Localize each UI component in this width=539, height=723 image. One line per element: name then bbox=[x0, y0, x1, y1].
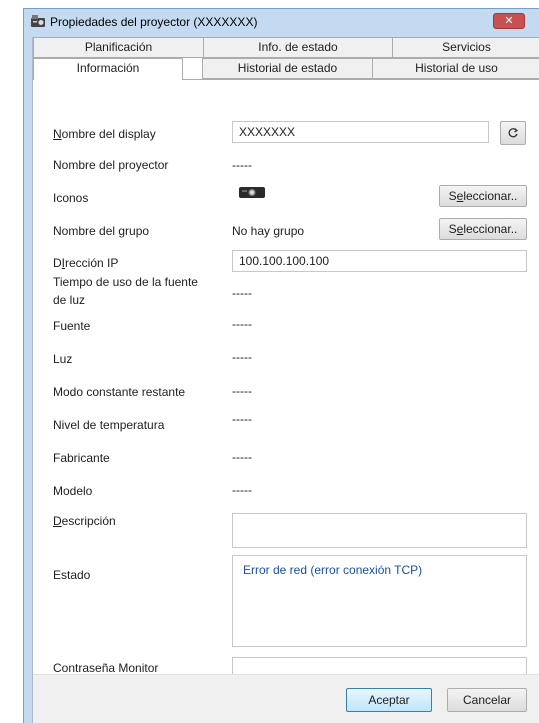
display-name-input[interactable]: XXXXXXX bbox=[232, 121, 489, 143]
title-bar[interactable]: Propiedades del proyector (XXXXXXX) ✕ bbox=[24, 9, 539, 35]
group-name-value: No hay grupo bbox=[232, 224, 305, 238]
projector-name-label: Nombre del proyector bbox=[53, 158, 169, 172]
model-value: ----- bbox=[232, 483, 252, 497]
manufacturer-label: Fabricante bbox=[53, 451, 110, 465]
model-label: Modelo bbox=[53, 484, 93, 498]
ip-address-input[interactable]: 100.100.100.100 bbox=[232, 250, 527, 272]
group-name-label: Nombre del grupo bbox=[53, 224, 150, 238]
light-value: ----- bbox=[232, 350, 252, 364]
light-label: Luz bbox=[53, 352, 73, 366]
temperature-label: Nivel de temperatura bbox=[53, 418, 165, 432]
information-panel: Nombre del display XXXXXXX Nombre del pr… bbox=[33, 80, 539, 675]
select-group-button[interactable]: Seleccionar.. bbox=[439, 218, 527, 240]
display-name-label: Nombre del display bbox=[53, 127, 156, 141]
select-icon-button[interactable]: Seleccionar.. bbox=[439, 185, 527, 207]
window-title: Propiedades del proyector (XXXXXXX) bbox=[50, 15, 258, 29]
tab-informacion[interactable]: Información bbox=[33, 58, 183, 81]
tab-info-estado[interactable]: Info. de estado bbox=[203, 37, 393, 58]
projector-properties-icon bbox=[31, 15, 45, 27]
properties-window: Propiedades del proyector (XXXXXXX) ✕ Pl… bbox=[23, 8, 539, 723]
manufacturer-value: ----- bbox=[232, 450, 252, 464]
tab-planificacion[interactable]: Planificación bbox=[33, 37, 204, 58]
description-input[interactable] bbox=[232, 513, 527, 548]
ok-button[interactable]: Aceptar bbox=[346, 688, 432, 712]
description-label: Descripción bbox=[53, 514, 116, 528]
cancel-button[interactable]: Cancelar bbox=[447, 688, 527, 712]
projector-icon bbox=[239, 187, 265, 198]
close-button[interactable]: ✕ bbox=[493, 13, 525, 29]
constant-mode-label: Modo constante restante bbox=[53, 385, 186, 399]
tab-historial-uso[interactable]: Historial de uso bbox=[372, 58, 539, 79]
source-value: ----- bbox=[232, 317, 252, 331]
close-icon: ✕ bbox=[504, 15, 514, 27]
monitor-password-input[interactable] bbox=[232, 657, 527, 674]
light-time-label: Tiempo de uso de la fuente de luz bbox=[53, 275, 198, 307]
status-label: Estado bbox=[53, 568, 91, 582]
projector-name-value: ----- bbox=[232, 158, 252, 172]
tab-servicios[interactable]: Servicios bbox=[392, 37, 539, 58]
refresh-button[interactable] bbox=[500, 121, 526, 145]
dialog-body: Planificación Info. de estado Servicios … bbox=[32, 37, 539, 723]
status-textbox[interactable]: Error de red (error conexión TCP) bbox=[232, 555, 527, 647]
dialog-footer: Aceptar Cancelar bbox=[33, 674, 539, 723]
source-label: Fuente bbox=[53, 319, 91, 333]
ip-address-label: DIrección IP bbox=[53, 256, 119, 270]
temperature-value: ----- bbox=[232, 412, 252, 426]
tab-historial-estado[interactable]: Historial de estado bbox=[202, 58, 373, 79]
refresh-icon bbox=[508, 127, 519, 138]
icons-label: Iconos bbox=[53, 191, 89, 205]
constant-mode-value: ----- bbox=[232, 384, 252, 398]
light-time-value: ----- bbox=[232, 286, 252, 300]
